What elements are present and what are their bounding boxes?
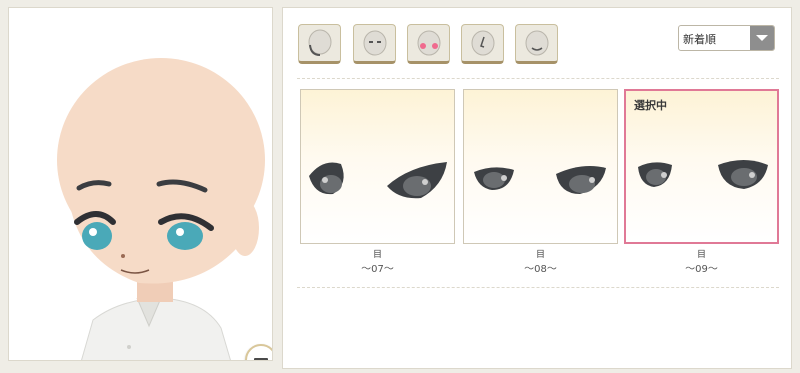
item-name-09: ～09～ [685,264,718,275]
eye-style-09-icon [638,160,768,189]
tab-eyes[interactable] [353,24,396,64]
nose-icon [471,30,494,56]
eye-style-07-icon [309,162,447,199]
item-flag-07: 目 [372,250,382,260]
item-name-07: ～07～ [361,264,394,275]
item-flag-08: 目 [535,250,545,260]
chevron-down-icon[interactable] [750,26,774,50]
eye-item-card-07[interactable] [300,89,455,244]
sort-selected-label: 新着順 [683,33,716,46]
avatar-figure [57,58,265,360]
cheeks-icon [417,30,440,56]
item-flag-09: 目 [696,250,706,260]
mouth-icon [525,30,548,56]
eye-style-08-icon [474,166,606,194]
eye-item-card-08[interactable] [463,89,618,244]
avatar-preview-panel [8,7,273,361]
divider-top [297,78,779,79]
face-shape-icon [308,29,331,56]
parts-editor-panel: 新着順 目 ～07～ 目 ～08～ 選択中 目 ～09～ [282,7,792,369]
tab-cheeks[interactable] [407,24,450,64]
divider-bottom [297,287,779,288]
eye-item-card-09[interactable]: 選択中 [624,89,779,244]
tab-face-shape[interactable] [298,24,341,64]
item-name-08: ～08～ [524,264,557,275]
eyes-icon [363,30,386,56]
zoom-out-icon [254,358,268,360]
tab-nose[interactable] [461,24,504,64]
sort-order-select[interactable]: 新着順 [678,25,775,51]
tab-mouth[interactable] [515,24,558,64]
